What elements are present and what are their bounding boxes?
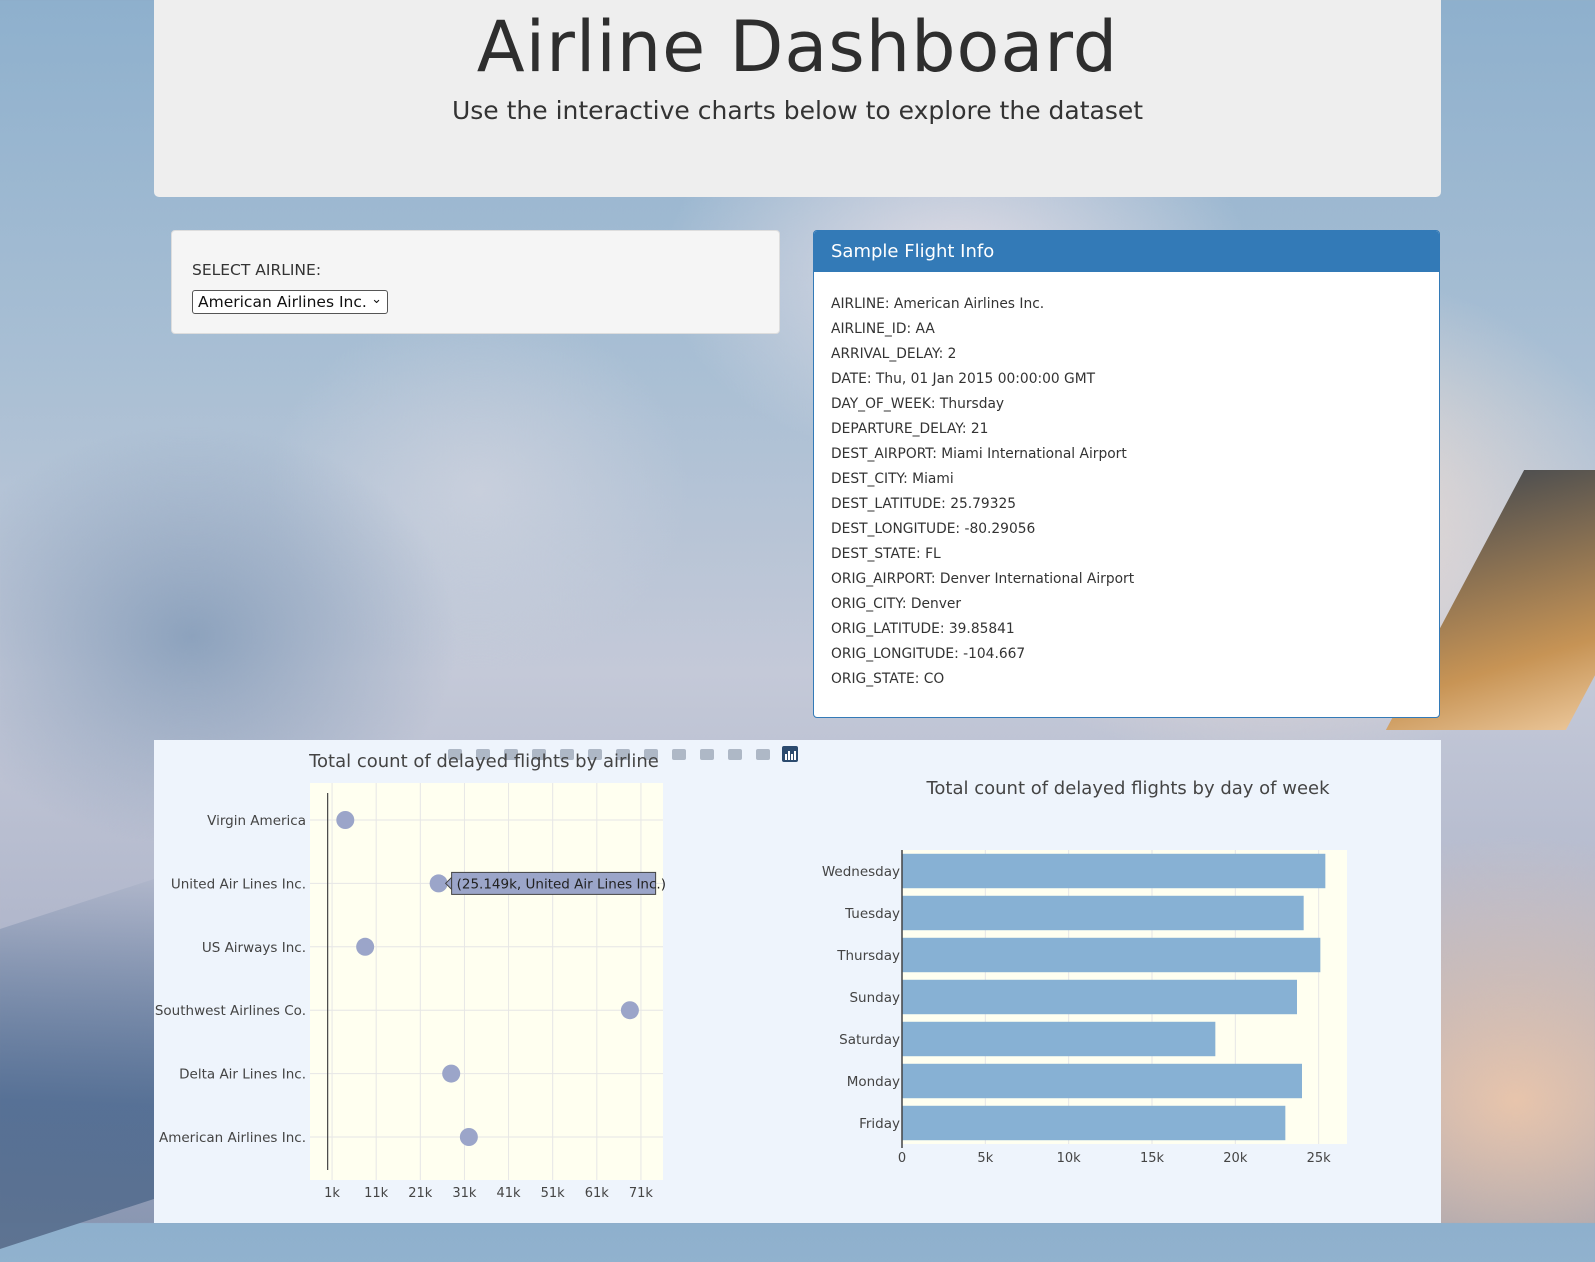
info-line: DEST_CITY: Miami	[831, 471, 954, 487]
hover-compare-icon-shape	[756, 749, 770, 760]
hover-compare-icon[interactable]	[756, 749, 770, 760]
x-tick-label: 31k	[452, 1186, 477, 1201]
y-tick-label: Thursday	[836, 948, 900, 964]
tooltip-text: (25.149k, United Air Lines Inc.)	[457, 876, 666, 892]
info-line: DEST_LATITUDE: 25.79325	[831, 496, 1017, 512]
x-tick-label: 25k	[1307, 1151, 1332, 1166]
info-line: ORIG_STATE: CO	[831, 671, 945, 687]
y-tick-label: Delta Air Lines Inc.	[179, 1067, 306, 1083]
x-tick-label: 11k	[364, 1186, 389, 1201]
page-subtitle: Use the interactive charts below to expl…	[451, 96, 1144, 125]
bar[interactable]	[902, 1063, 1302, 1099]
spike-lines-icon-shape	[700, 749, 714, 760]
chart-title: Total count of delayed flights by day of…	[925, 778, 1330, 799]
info-line: AIRLINE: American Airlines Inc.	[831, 296, 1045, 312]
plotly-logo-icon[interactable]	[782, 746, 798, 762]
y-tick-label: United Air Lines Inc.	[171, 876, 306, 892]
hover-closest-icon[interactable]	[728, 749, 742, 760]
page-title: Airline Dashboard	[476, 6, 1119, 88]
x-tick-label: 5k	[977, 1151, 993, 1166]
info-line: DATE: Thu, 01 Jan 2015 00:00:00 GMT	[831, 371, 1096, 387]
bar[interactable]	[902, 979, 1297, 1015]
sample-flight-info-panel: Sample Flight Info AIRLINE: American Air…	[813, 230, 1440, 718]
airline-scatter-chart[interactable]: 1k 11k 21k 31k 41k 51k 61k 71k American Airlines…	[155, 751, 666, 1201]
x-tick-label: 15k	[1140, 1151, 1165, 1166]
y-tick-label: Southwest Airlines Co.	[155, 1003, 306, 1019]
x-tick-label: 41k	[497, 1186, 522, 1201]
y-tick-label: Sunday	[849, 990, 900, 1006]
y-tick-label: Wednesday	[822, 864, 900, 880]
y-tick-label: US Airways Inc.	[202, 940, 306, 956]
x-tick-label: 21k	[408, 1186, 433, 1201]
data-point[interactable]	[442, 1064, 461, 1083]
data-point[interactable]	[459, 1128, 478, 1146]
plotly-logo-bar	[785, 754, 787, 760]
chart-title: Total count of delayed flights by airlin…	[308, 751, 659, 772]
y-tick-label: Friday	[859, 1116, 900, 1132]
x-tick-label: 20k	[1223, 1151, 1248, 1166]
info-panel-body: AIRLINE: American Airlines Inc. AIRLINE_I…	[814, 272, 1439, 692]
bar[interactable]	[902, 1021, 1216, 1057]
info-panel-title: Sample Flight Info	[814, 231, 1439, 272]
charts-svg: 1k 11k 21k 31k 41k 51k 61k 71k American Airlines…	[155, 746, 1347, 1201]
y-tick-label: Saturday	[839, 1032, 900, 1048]
y-tick-label: Tuesday	[844, 906, 900, 922]
plot-area	[310, 783, 663, 1180]
info-line: ORIG_CITY: Denver	[831, 596, 962, 612]
info-line: ORIG_AIRPORT: Denver International Airpo…	[831, 571, 1135, 587]
bar[interactable]	[902, 937, 1321, 973]
info-line: DEST_LONGITUDE: -80.29056	[831, 521, 1036, 537]
info-line: DEST_STATE: FL	[831, 546, 941, 562]
info-line: ORIG_LONGITUDE: -104.667	[831, 646, 1026, 662]
x-tick-label: 1k	[324, 1186, 340, 1201]
bar[interactable]	[902, 895, 1304, 931]
airline-select-panel: SELECT AIRLINE: American Airlines Inc. ⌄	[171, 230, 780, 334]
info-line: ARRIVAL_DELAY: 2	[831, 346, 957, 362]
reset-axes-icon-shape	[672, 749, 686, 760]
reset-axes-icon[interactable]	[672, 749, 686, 760]
spike-lines-icon[interactable]	[700, 749, 714, 760]
info-line: DAY_OF_WEEK: Thursday	[831, 396, 1005, 412]
select-airline-label: SELECT AIRLINE:	[192, 261, 322, 279]
y-tick-label: Monday	[847, 1074, 900, 1090]
plotly-logo-bar	[794, 751, 796, 760]
info-line: DEST_AIRPORT: Miami International Airpor…	[831, 446, 1127, 462]
plotly-logo-bar	[788, 751, 790, 760]
chevron-down-icon: ⌄	[371, 292, 382, 307]
data-point[interactable]	[336, 811, 355, 829]
data-point[interactable]	[356, 937, 375, 956]
x-tick-label: 71k	[629, 1186, 654, 1201]
x-tick-label: 51k	[541, 1186, 566, 1201]
y-tick-label: Virgin America	[207, 813, 306, 829]
info-line: DEPARTURE_DELAY: 21	[831, 421, 989, 437]
y-tick-label: American Airlines Inc.	[159, 1130, 306, 1146]
airline-dropdown-value: American Airlines Inc.	[198, 293, 367, 311]
charts-panel: 1k 11k 21k 31k 41k 51k 61k 71k American Airlines…	[154, 740, 1441, 1223]
hover-closest-icon-shape	[728, 749, 742, 760]
bar[interactable]	[902, 1105, 1286, 1141]
info-line: ORIG_LATITUDE: 39.85841	[831, 621, 1015, 637]
x-tick-label: 10k	[1057, 1151, 1082, 1166]
header-jumbotron: Airline Dashboard Use the interactive ch…	[154, 0, 1441, 197]
info-line: AIRLINE_ID: AA	[831, 321, 935, 337]
plotly-logo-bar	[791, 754, 793, 760]
x-tick-label: 61k	[585, 1186, 610, 1201]
data-point[interactable]	[620, 1001, 639, 1020]
x-tick-label: 0	[898, 1151, 906, 1166]
airline-dropdown[interactable]: American Airlines Inc. ⌄	[192, 290, 388, 314]
bar[interactable]	[902, 853, 1326, 889]
day-of-week-bar-chart[interactable]: 0 5k 10k 15k 20k 25k Friday Monday Saturday Sunda…	[822, 778, 1347, 1166]
